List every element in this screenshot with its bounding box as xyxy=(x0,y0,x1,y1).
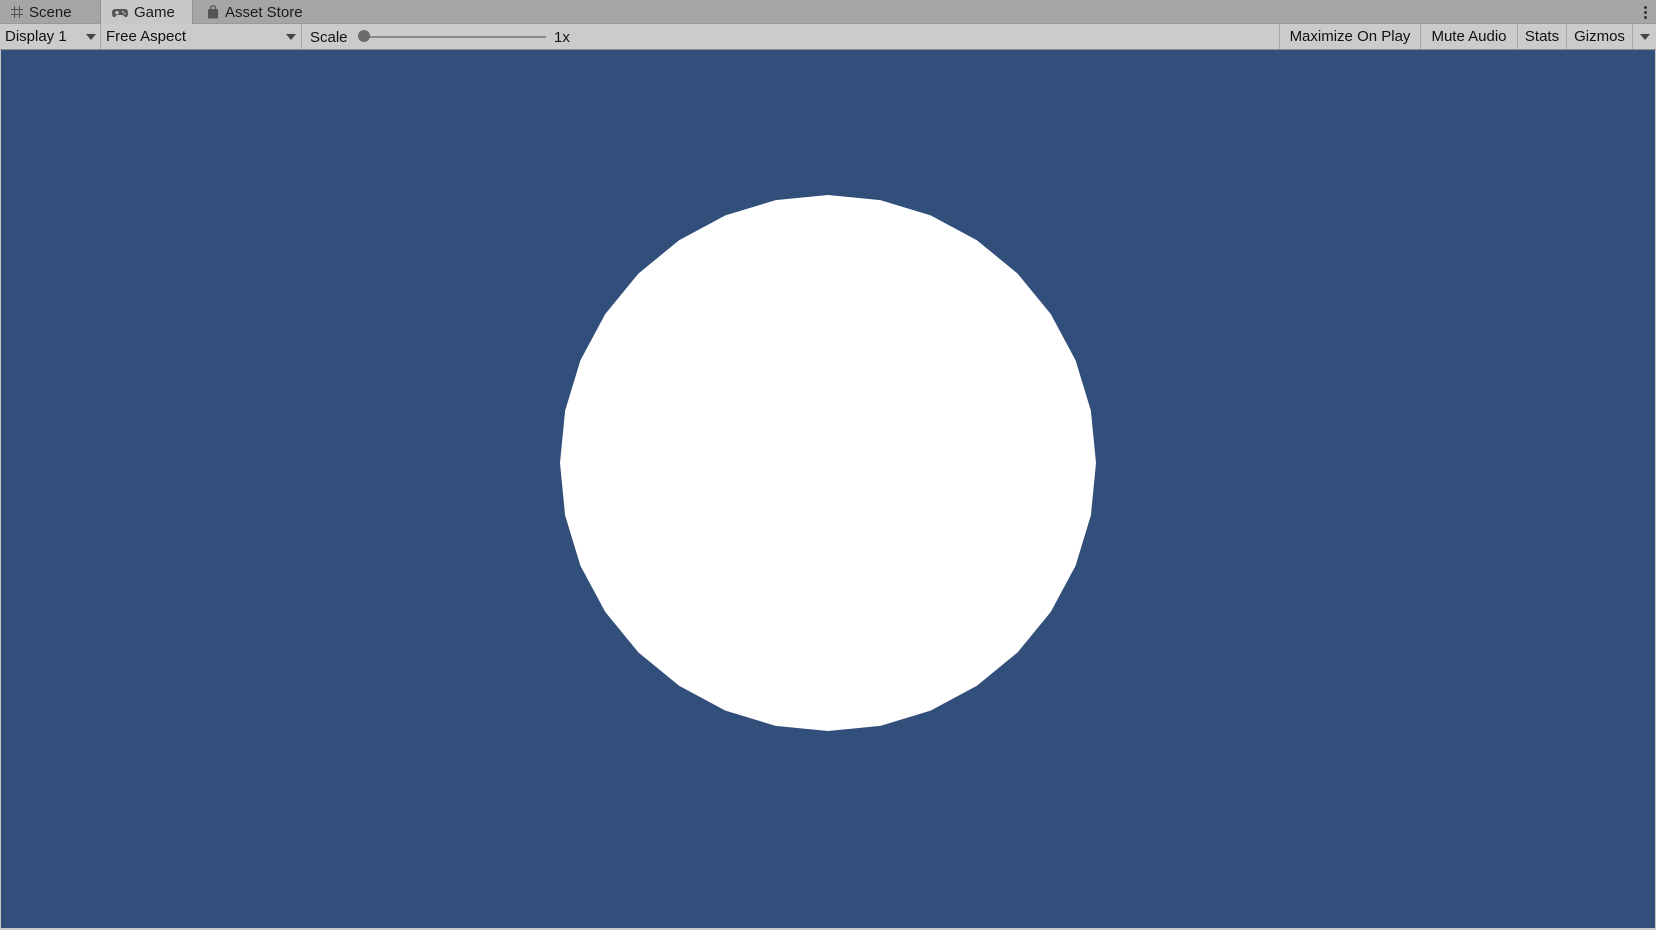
tab-asset-store-label: Asset Store xyxy=(225,3,303,21)
game-scene-svg xyxy=(560,195,1096,731)
stats-button[interactable]: Stats xyxy=(1517,24,1566,49)
shopping-bag-icon xyxy=(206,5,220,19)
tab-scene-label: Scene xyxy=(29,3,72,21)
stats-label: Stats xyxy=(1524,28,1560,45)
mute-audio-label: Mute Audio xyxy=(1431,28,1507,45)
scale-slider-handle[interactable] xyxy=(358,30,370,42)
game-render-area[interactable] xyxy=(1,50,1655,928)
chevron-down-icon xyxy=(86,34,96,40)
more-options-icon[interactable] xyxy=(1642,2,1648,22)
unity-game-window: Scene Game Asset Store Display 1 Free As… xyxy=(0,0,1656,930)
game-toolbar: Display 1 Free Aspect Scale 1x Maximize … xyxy=(0,24,1656,50)
tab-game[interactable]: Game xyxy=(100,0,193,25)
mute-audio-button[interactable]: Mute Audio xyxy=(1420,24,1517,49)
aspect-dropdown-label: Free Aspect xyxy=(106,28,187,45)
display-dropdown-label: Display 1 xyxy=(5,28,67,45)
scale-value: 1x xyxy=(554,28,570,46)
tab-game-label: Game xyxy=(134,4,175,21)
scale-slider-track[interactable] xyxy=(362,36,546,38)
aspect-dropdown[interactable]: Free Aspect xyxy=(101,24,302,49)
chevron-down-icon xyxy=(1640,34,1650,40)
gizmos-dropdown[interactable] xyxy=(1632,24,1656,49)
scale-label: Scale xyxy=(310,28,348,46)
tab-scene[interactable]: Scene xyxy=(0,0,96,24)
tab-bar: Scene Game Asset Store xyxy=(0,0,1656,25)
grid-icon xyxy=(10,5,24,19)
tab-asset-store[interactable]: Asset Store xyxy=(196,0,326,24)
gizmos-button[interactable]: Gizmos xyxy=(1566,24,1632,49)
maximize-on-play-label: Maximize On Play xyxy=(1289,28,1411,45)
maximize-on-play-button[interactable]: Maximize On Play xyxy=(1279,24,1420,49)
gamepad-icon xyxy=(111,6,129,20)
white-sphere xyxy=(560,195,1096,731)
display-dropdown[interactable]: Display 1 xyxy=(0,24,101,49)
gizmos-label: Gizmos xyxy=(1574,28,1625,45)
game-viewport xyxy=(0,50,1656,930)
chevron-down-icon xyxy=(286,34,296,40)
